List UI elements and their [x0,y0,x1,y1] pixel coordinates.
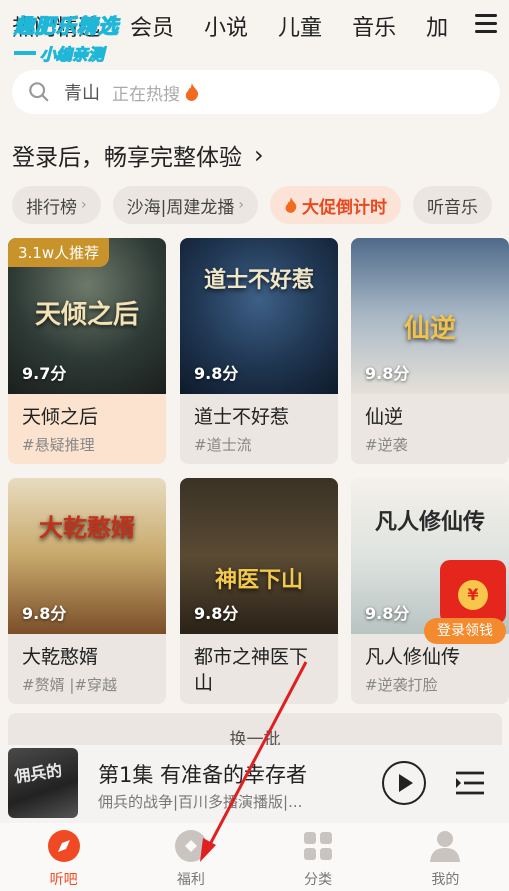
coin-icon: ¥ [458,580,488,610]
menu-icon[interactable] [475,14,497,34]
chevron-right-icon: › [254,141,264,169]
search-keyword: 青山 [64,83,100,104]
fire-icon [285,197,297,213]
tab-kids[interactable]: 儿童 [278,10,322,42]
book-tags [180,696,338,700]
player-subtitle: 佣兵的战争|百川多播演播版|... [98,793,303,811]
search-bar[interactable]: 青山 正在热搜 [12,70,500,114]
book-score: 9.8分 [365,604,410,623]
search-hint: 正在热搜 [112,84,180,105]
player-episode-title: 第1集 有准备的幸存者 [98,763,308,787]
book-score: 9.7分 [22,364,67,383]
login-banner[interactable]: 登录后，畅享完整体验 › [12,138,264,172]
chip-ranking[interactable]: 排行榜 › [12,186,101,224]
bottom-nav: 听吧 福利 分类 我的 [0,823,509,891]
tab-novel[interactable]: 小说 [204,10,248,42]
nav-category[interactable]: 分类 [255,823,382,891]
book-card[interactable]: 大乾憨婿 9.8分 大乾憨婿 #赘婿 |#穿越 [8,478,166,704]
tab-music[interactable]: 音乐 [352,10,396,42]
book-title: 都市之神医下山 [194,646,309,694]
book-tags: #道士流 [194,436,252,454]
search-icon [29,82,49,102]
book-title: 仙逆 [365,406,404,428]
gift-diamond-icon [174,830,207,862]
book-card[interactable]: 道士不好惹 9.8分 道士不好惹 #道士流 [180,238,338,464]
cover-title: 神医下山 [214,567,303,593]
top-tab-bar: 热门精选 会员 小说 儿童 音乐 加 [0,0,509,52]
tab-more[interactable]: 加 [426,10,448,42]
cover-title: 道士不好惹 [203,267,314,293]
fire-icon [185,83,199,101]
nav-welfare[interactable]: 福利 [127,823,254,891]
book-tags: #悬疑推理 [22,436,95,454]
book-title: 大乾憨婿 [22,646,99,668]
thumbnail-text: 佣兵的 [13,760,64,787]
login-reward-button[interactable]: 登录领钱 [424,618,506,644]
cover-title: 大乾憨婿 [39,513,135,542]
cover-title: 凡人修仙传 [374,509,485,535]
red-envelope-icon[interactable]: ¥ [440,560,506,624]
nav-label: 分类 [304,872,333,888]
book-score: 9.8分 [194,604,239,623]
book-cover: 天倾之后 3.1w人推荐 9.7分 [8,238,166,394]
book-title: 道士不好惹 [194,406,290,428]
book-score: 9.8分 [194,364,239,383]
book-score: 9.8分 [365,364,410,383]
book-cover: 神医下山 9.8分 [180,478,338,634]
book-title: 天倾之后 [22,406,99,428]
compass-icon [47,830,80,862]
book-score: 9.8分 [22,604,67,623]
book-cover: 大乾憨婿 9.8分 [8,478,166,634]
play-button[interactable] [382,761,426,805]
user-icon [430,831,461,862]
chip-music[interactable]: 听音乐 [412,186,492,224]
nav-label: 我的 [431,872,460,888]
book-card[interactable]: 仙逆 9.8分 仙逆 #逆袭 [351,238,509,464]
recommend-badge: 3.1w人推荐 [8,238,110,267]
nav-label: 听吧 [49,872,78,888]
cover-title: 仙逆 [403,314,456,344]
chip-row: 排行榜 › 沙海|周建龙播 › 大促倒计时 听音乐 [12,186,504,224]
chevron-right-icon: › [238,197,244,213]
nav-listen[interactable]: 听吧 [0,823,127,891]
book-cover: 道士不好惹 9.8分 [180,238,338,394]
tab-featured[interactable]: 热门精选 [12,10,100,42]
book-cover: 仙逆 9.8分 [351,238,509,394]
chip-shahai[interactable]: 沙海|周建龙播 › [112,186,258,224]
book-tags: #逆袭打脸 [365,676,438,694]
login-banner-text: 登录后，畅享完整体验 [12,145,242,171]
nav-profile[interactable]: 我的 [382,823,509,891]
player-thumbnail: 佣兵的 [8,748,78,818]
chip-promo-countdown[interactable]: 大促倒计时 [269,186,401,224]
chevron-right-icon: › [81,197,87,213]
book-tags: #逆袭 [365,436,408,454]
playlist-icon[interactable] [454,767,486,799]
cover-title: 天倾之后 [34,300,139,330]
book-card[interactable]: 神医下山 9.8分 都市之神医下山 [180,478,338,704]
mini-player[interactable]: 佣兵的 第1集 有准备的幸存者 佣兵的战争|百川多播演播版|... [0,745,509,823]
nav-label: 福利 [176,872,205,888]
book-tags: #赘婿 |#穿越 [22,676,117,694]
grid-icon [304,832,333,860]
book-card[interactable]: 天倾之后 3.1w人推荐 9.7分 天倾之后 #悬疑推理 [8,238,166,464]
tab-vip[interactable]: 会员 [130,10,174,42]
